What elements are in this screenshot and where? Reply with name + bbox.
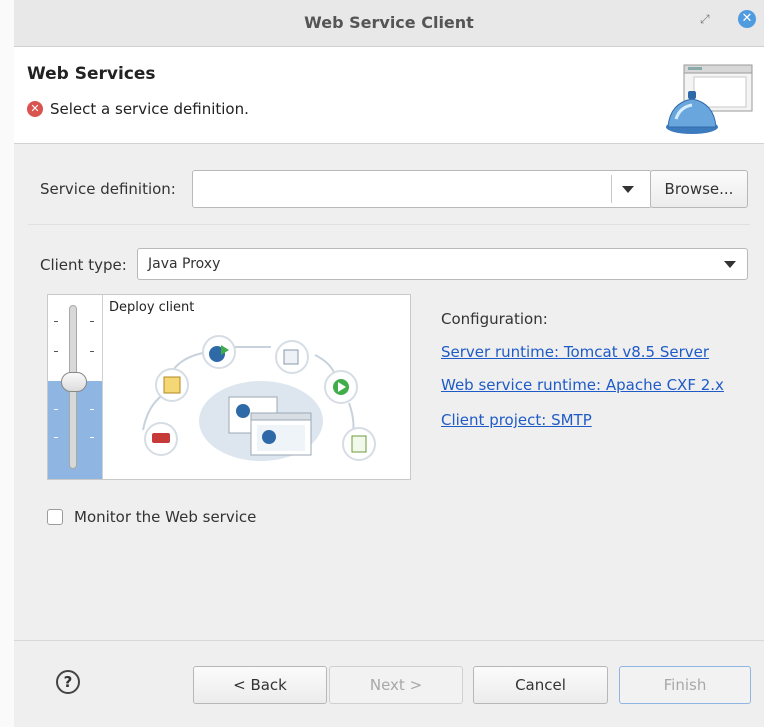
chevron-down-icon[interactable]	[724, 261, 736, 268]
slider-tick	[54, 321, 58, 322]
client-type-combo[interactable]: Java Proxy	[137, 248, 748, 280]
client-type-label: Client type:	[40, 256, 127, 274]
title-bar: Web Service Client ⤢ ✕	[14, 0, 764, 47]
slider-tick	[54, 351, 58, 352]
window-title: Web Service Client	[304, 13, 474, 32]
monitor-checkbox[interactable]	[47, 509, 63, 525]
deployment-slider-panel: Deploy client	[47, 294, 411, 480]
configuration-label: Configuration:	[441, 310, 548, 328]
browse-button[interactable]: Browse...	[650, 170, 748, 208]
deployment-diagram: Deploy client	[103, 295, 410, 479]
combo-divider	[611, 175, 612, 203]
next-button[interactable]: Next >	[329, 666, 463, 704]
web-service-banner-icon	[666, 64, 753, 134]
slider-tick	[90, 409, 94, 410]
service-definition-combo[interactable]	[192, 170, 652, 208]
monitor-label[interactable]: Monitor the Web service	[74, 508, 256, 526]
wizard-header: Web Services ✕ Select a service definiti…	[14, 47, 764, 144]
slider-tick	[54, 409, 58, 410]
restore-icon[interactable]: ⤢	[700, 12, 710, 27]
error-icon: ✕	[27, 101, 43, 117]
web-service-client-dialog: Web Service Client ⤢ ✕ Web Services ✕ Se…	[14, 0, 764, 727]
error-message: Select a service definition.	[50, 100, 249, 118]
slider-tick	[54, 437, 58, 438]
slider-tick	[90, 437, 94, 438]
deployment-level-slider[interactable]	[48, 295, 103, 479]
close-icon[interactable]: ✕	[738, 10, 756, 28]
deployment-cycle-graphic	[142, 335, 376, 461]
finish-button[interactable]: Finish	[619, 666, 751, 704]
page-title: Web Services	[27, 64, 156, 84]
client-type-value: Java Proxy	[148, 256, 221, 272]
background-editor-strip	[0, 0, 14, 727]
web-service-runtime-link[interactable]: Web service runtime: Apache CXF 2.x	[441, 376, 724, 394]
help-icon[interactable]: ?	[56, 670, 80, 694]
cancel-button[interactable]: Cancel	[473, 666, 608, 704]
footer-separator	[14, 640, 764, 641]
service-definition-label: Service definition:	[40, 180, 176, 198]
slider-thumb[interactable]	[61, 372, 87, 392]
slider-tick	[90, 321, 94, 322]
separator	[28, 224, 750, 225]
server-runtime-link[interactable]: Server runtime: Tomcat v8.5 Server	[441, 343, 709, 361]
back-button[interactable]: < Back	[193, 666, 327, 704]
chevron-down-icon[interactable]	[622, 186, 634, 193]
client-project-link[interactable]: Client project: SMTP	[441, 411, 592, 429]
slider-tick	[90, 351, 94, 352]
